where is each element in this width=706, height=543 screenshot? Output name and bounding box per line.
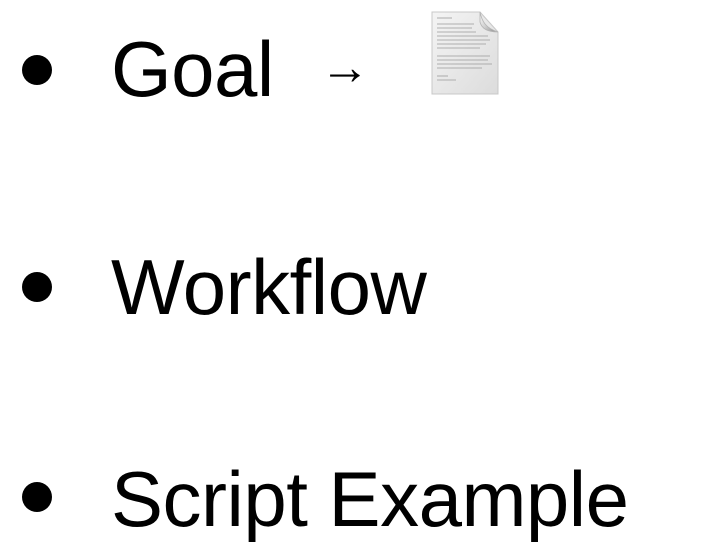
bullet-label: Script Example: [111, 455, 629, 543]
bullet-item-script-example: Script Example: [0, 440, 706, 540]
bullet-label: Workflow: [111, 243, 427, 331]
bullet-dot: [22, 272, 52, 302]
arrow-icon: →: [320, 39, 370, 95]
bullet-dot: [22, 482, 52, 512]
bullet-label: Goal: [111, 25, 274, 113]
bullet-item-goal: Goal →: [0, 10, 706, 110]
slide: Goal → Workflow Script Example: [0, 0, 706, 543]
bullet-dot: [22, 55, 52, 85]
bullet-item-workflow: Workflow: [0, 230, 706, 330]
document-icon: [431, 11, 499, 95]
